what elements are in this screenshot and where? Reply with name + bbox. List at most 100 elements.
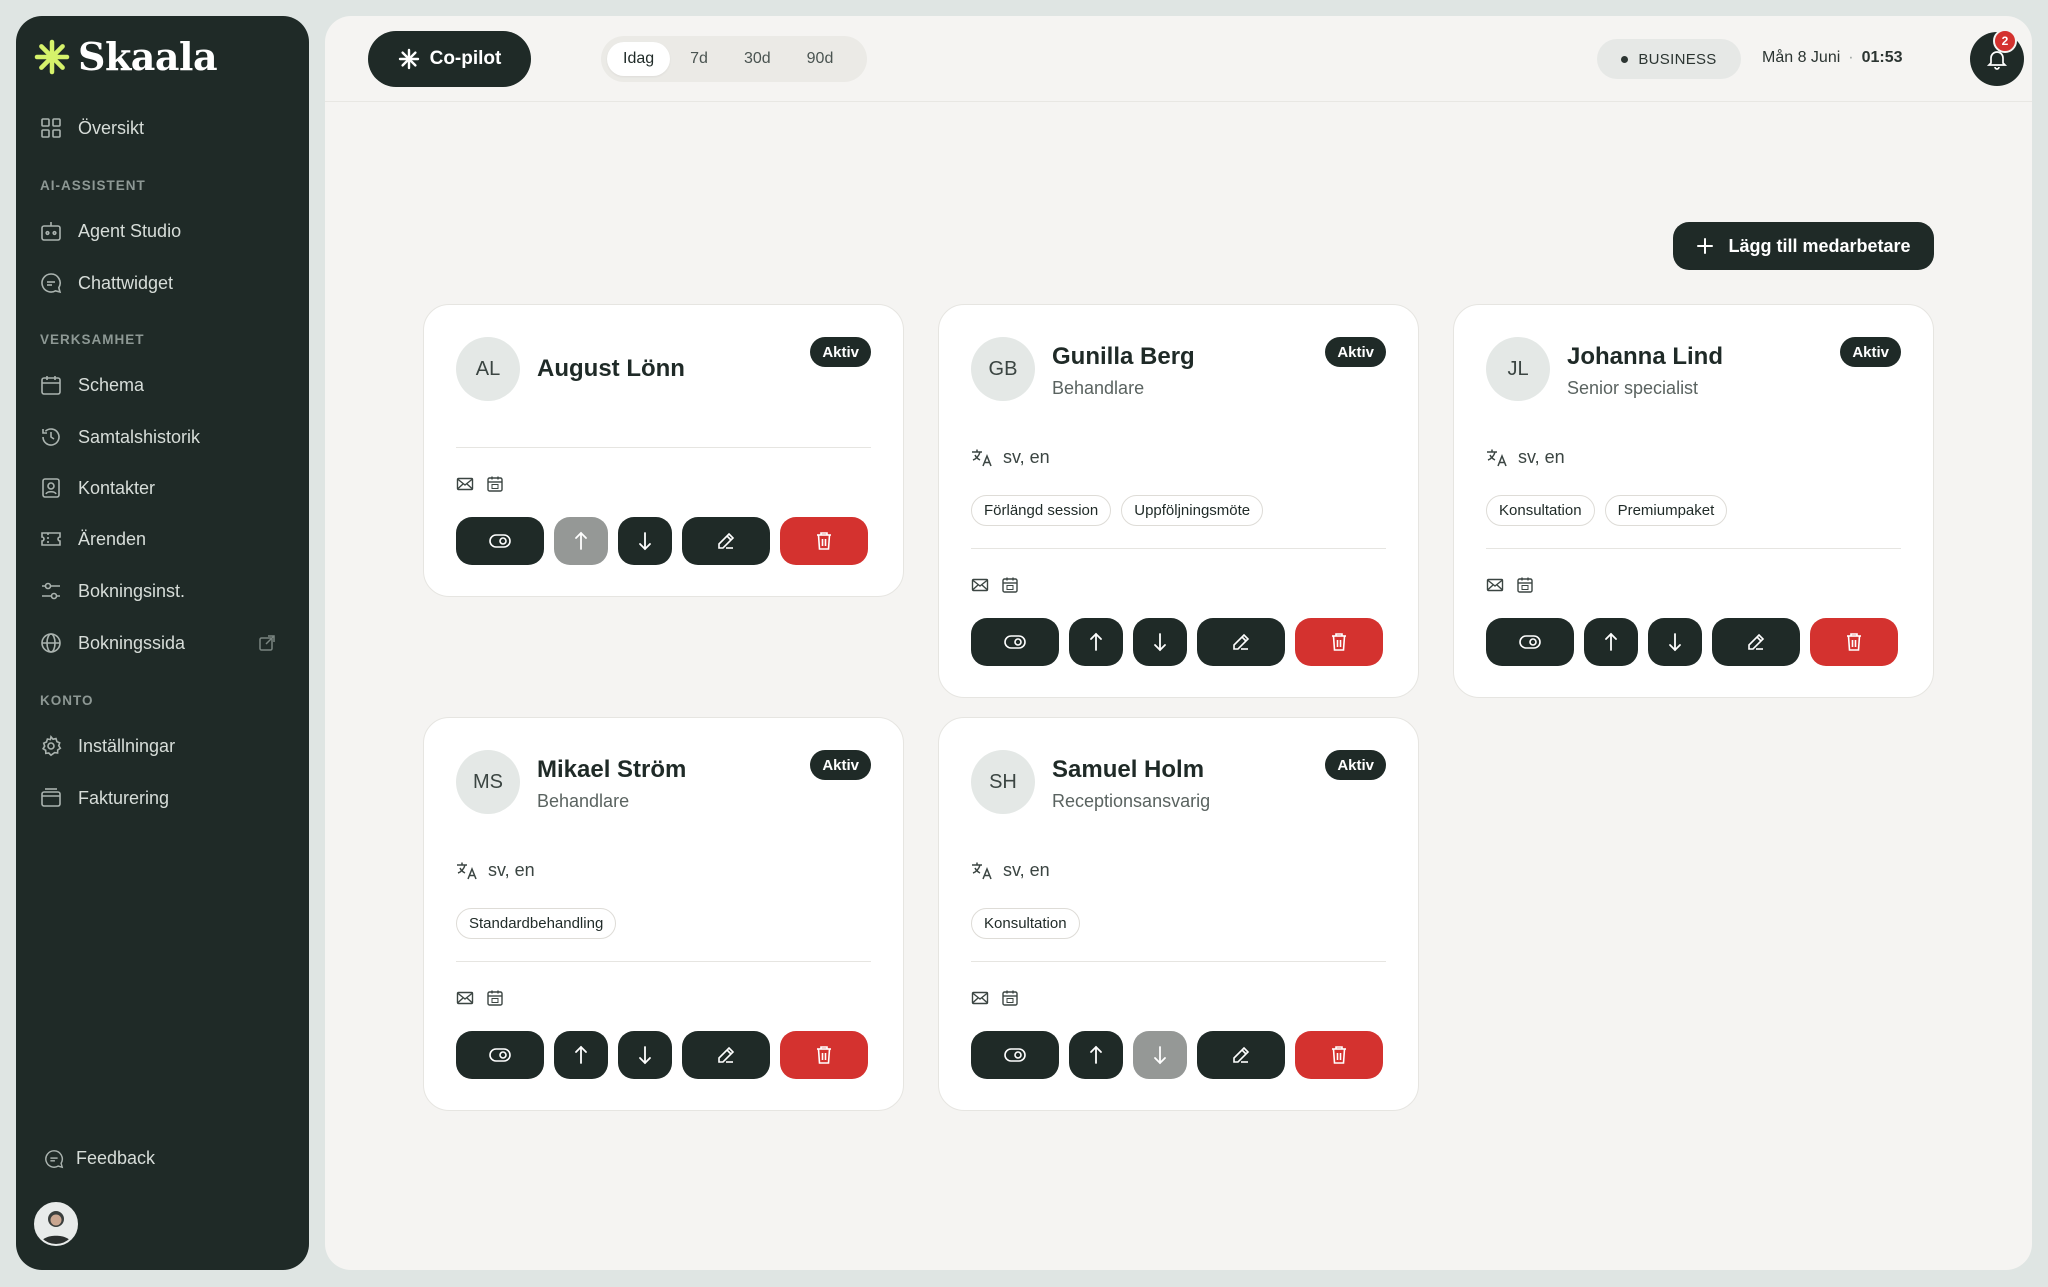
sidebar-item-booking-page[interactable]: Bokningssida: [40, 623, 300, 663]
range-30d[interactable]: 30d: [728, 42, 787, 76]
plan-label: BUSINESS: [1638, 50, 1717, 68]
toggle-icon: [489, 1048, 511, 1062]
move-down-button[interactable]: [618, 1031, 672, 1079]
toggle-icon: [489, 534, 511, 548]
sparkle-icon: [398, 48, 419, 70]
delete-button[interactable]: [1295, 618, 1383, 666]
translate-icon: [972, 449, 992, 466]
calendar-small-icon[interactable]: [1516, 576, 1534, 594]
toggle-active-button[interactable]: [456, 517, 544, 565]
email-icon[interactable]: [1486, 576, 1504, 594]
move-up-button[interactable]: [1584, 618, 1638, 666]
email-icon[interactable]: [456, 475, 474, 493]
email-icon[interactable]: [971, 576, 989, 594]
calendar-small-icon[interactable]: [486, 475, 504, 493]
sidebar-item-settings[interactable]: Inställningar: [40, 726, 300, 766]
arrow-down-icon: [1669, 633, 1681, 652]
delete-button[interactable]: [1810, 618, 1898, 666]
robot-icon: [41, 222, 61, 241]
edit-button[interactable]: [1197, 1031, 1285, 1079]
copilot-label: Co-pilot: [429, 48, 502, 69]
sidebar-item-agent-studio[interactable]: Agent Studio: [40, 211, 300, 251]
add-staff-button[interactable]: Lägg till medarbetare: [1673, 222, 1934, 270]
staff-name: August Lönn: [537, 355, 685, 382]
sidebar-item-label: Bokningsinst.: [78, 580, 186, 601]
date-separator: ·: [1848, 49, 1854, 66]
user-photo-icon: [36, 1204, 76, 1244]
trash-icon: [1332, 633, 1346, 651]
brand-logo[interactable]: Skaala: [34, 34, 218, 79]
contact-icons: [971, 989, 1019, 1007]
feedback-button[interactable]: Feedback: [44, 1148, 155, 1169]
edit-button[interactable]: [682, 517, 770, 565]
service-tags: Konsultation: [971, 908, 1080, 939]
email-icon[interactable]: [456, 989, 474, 1007]
staff-avatar: SH: [971, 750, 1035, 814]
calendar-small-icon[interactable]: [486, 989, 504, 1007]
calendar-small-icon[interactable]: [1001, 989, 1019, 1007]
staff-languages: sv, en: [971, 447, 1050, 468]
sidebar-item-billing[interactable]: Fakturering: [40, 778, 300, 818]
toggle-active-button[interactable]: [971, 1031, 1059, 1079]
gear-icon: [41, 735, 62, 757]
delete-button[interactable]: [780, 1031, 868, 1079]
edit-button[interactable]: [682, 1031, 770, 1079]
email-icon[interactable]: [971, 989, 989, 1007]
plan-badge[interactable]: BUSINESS: [1597, 39, 1741, 79]
delete-button[interactable]: [1295, 1031, 1383, 1079]
toggle-active-button[interactable]: [971, 618, 1059, 666]
sidebar-item-cases[interactable]: Ärenden: [40, 519, 300, 559]
edit-button[interactable]: [1712, 618, 1800, 666]
delete-button[interactable]: [780, 517, 868, 565]
wallet-icon: [41, 788, 61, 807]
arrow-up-icon: [575, 531, 587, 550]
card-divider: [1486, 548, 1901, 549]
calendar-small-icon[interactable]: [1001, 576, 1019, 594]
move-down-button[interactable]: [618, 517, 672, 565]
toggle-active-button[interactable]: [1486, 618, 1574, 666]
card-divider: [456, 961, 871, 962]
move-down-button[interactable]: [1648, 618, 1702, 666]
sidebar-item-booking-settings[interactable]: Bokningsinst.: [40, 571, 300, 611]
range-90d[interactable]: 90d: [791, 42, 850, 76]
card-actions: [971, 1031, 1383, 1079]
arrow-down-icon: [639, 1046, 651, 1065]
range-7d[interactable]: 7d: [674, 42, 724, 76]
edit-button[interactable]: [1197, 618, 1285, 666]
arrow-down-icon: [639, 532, 651, 551]
service-tag: Förlängd session: [971, 495, 1112, 526]
move-down-button[interactable]: [1133, 618, 1187, 666]
topbar: Co-pilot Idag 7d 30d 90d BUSINESS Mån 8 …: [325, 16, 2032, 102]
move-up-button[interactable]: [554, 517, 608, 565]
toggle-icon: [1519, 635, 1541, 649]
service-tags: Standardbehandling: [456, 908, 617, 939]
sidebar-item-contacts[interactable]: Kontakter: [40, 468, 300, 508]
sidebar-item-schedule[interactable]: Schema: [40, 365, 300, 405]
languages-text: sv, en: [1518, 447, 1565, 467]
contact-icons: [456, 989, 504, 1007]
sidebar-item-call-history[interactable]: Samtalshistorik: [40, 417, 300, 457]
sidebar-item-label: Översikt: [78, 117, 145, 138]
move-down-button[interactable]: [1133, 1031, 1187, 1079]
move-up-button[interactable]: [554, 1031, 608, 1079]
copilot-button[interactable]: Co-pilot: [368, 31, 531, 87]
move-up-button[interactable]: [1069, 618, 1123, 666]
toggle-active-button[interactable]: [456, 1031, 544, 1079]
contact-icons: [1486, 576, 1534, 594]
range-today[interactable]: Idag: [607, 42, 671, 76]
sidebar-item-label: Kontakter: [78, 477, 156, 498]
staff-languages: sv, en: [1486, 447, 1565, 468]
staff-name: Samuel Holm: [1052, 756, 1205, 783]
sidebar-item-overview[interactable]: Översikt: [40, 108, 300, 148]
asterisk-logo-icon: [34, 39, 70, 74]
staff-role: Senior specialist: [1567, 378, 1699, 398]
arrow-up-icon: [1090, 1045, 1102, 1064]
card-actions: [456, 1031, 868, 1079]
brand-name: Skaala: [78, 34, 218, 79]
languages-text: sv, en: [1003, 447, 1050, 467]
move-up-button[interactable]: [1069, 1031, 1123, 1079]
user-avatar[interactable]: [34, 1202, 78, 1246]
arrow-down-icon: [1154, 633, 1166, 652]
ticket-icon: [41, 532, 61, 546]
sidebar-item-chat-widget[interactable]: Chattwidget: [40, 263, 300, 303]
